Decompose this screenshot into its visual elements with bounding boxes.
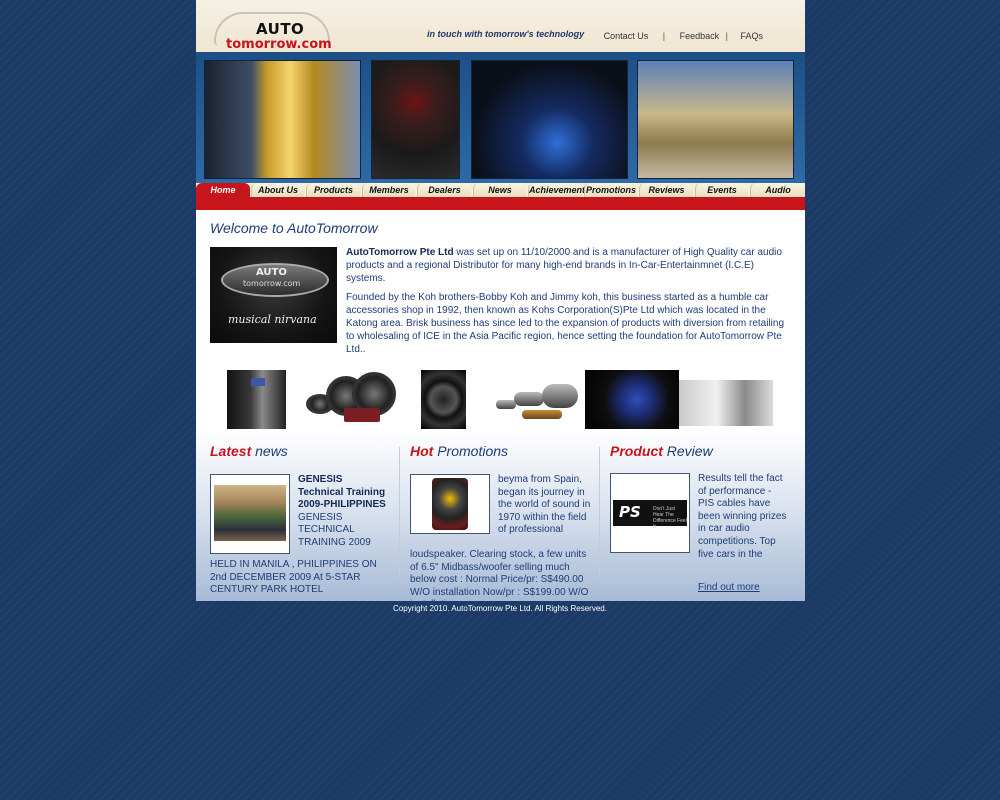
award-winner-photo: [637, 60, 794, 179]
site-tagline: in touch with tomorrow's technology: [427, 29, 585, 39]
column-divider: [399, 447, 400, 577]
component-shape: [496, 400, 516, 409]
component-shape: [542, 384, 578, 408]
car-interior-trophy-photo: [371, 60, 460, 179]
car-trunk-audio-photo: [471, 60, 628, 179]
component-speakers-product-image[interactable]: [492, 370, 582, 429]
header-photo-strip: [196, 52, 805, 184]
tab-events[interactable]: Events: [695, 183, 748, 197]
crossover-shape: [344, 408, 380, 422]
welcome-text: AutoTomorrow Pte Ltd was set up on 11/10…: [346, 246, 794, 362]
hot-promotions-heading-blue: Promotions: [433, 443, 509, 459]
pis-tagline: Don't Just Hear The Difference Feel It: [653, 506, 687, 530]
welcome-paragraph-2: Founded by the Koh brothers-Bobby Koh an…: [346, 292, 785, 355]
component-shape: [522, 410, 562, 419]
group-photo: [214, 485, 286, 541]
page-container: AUTO tomorrow.com in touch with tomorrow…: [196, 0, 805, 610]
blue-cone-speaker-product-image[interactable]: [585, 370, 679, 429]
product-review-heading-red: Product: [610, 443, 663, 459]
tweeter-mount-product-image[interactable]: [679, 380, 773, 426]
tab-promotions[interactable]: Promotions: [584, 183, 637, 197]
review-text: Results tell the fact of performance - P…: [698, 473, 787, 560]
tab-about-us[interactable]: About Us: [251, 183, 304, 197]
site-logo[interactable]: AUTO tomorrow.com: [210, 10, 332, 52]
tab-members[interactable]: Members: [362, 183, 415, 197]
tab-audio[interactable]: Audio: [750, 183, 805, 197]
hot-promotions-heading-red: Hot: [410, 443, 434, 459]
site-header: AUTO tomorrow.com in touch with tomorrow…: [196, 0, 805, 52]
news-summary: GENESIS Technical Training 2009-PHILIPPI…: [298, 474, 386, 550]
speaker-set-product-image[interactable]: [304, 370, 396, 429]
copyright-notice: Copyright 2010. AutoTomorrow Pte Ltd. Al…: [393, 604, 607, 613]
promotion-photo[interactable]: [410, 474, 490, 534]
link-separator: |: [662, 31, 666, 41]
promotion-text-wrap: beyma from Spain, began its journey in t…: [498, 474, 591, 536]
news-body: HELD IN MANILA , PHILIPPINES ON 2nd DECE…: [210, 559, 377, 596]
logo-badge-text-top: AUTO: [256, 267, 287, 278]
amplifier-product-image[interactable]: [227, 370, 286, 429]
tab-home[interactable]: Home: [196, 183, 250, 197]
logo-script-text: musical nirvana: [228, 313, 317, 326]
news-photo[interactable]: [210, 474, 290, 554]
tab-achievement[interactable]: Achievement: [528, 183, 585, 197]
column-divider: [599, 447, 600, 577]
latest-news-heading-red: Latest: [210, 443, 252, 459]
review-photo[interactable]: PS Don't Just Hear The Difference Feel I…: [610, 473, 690, 553]
tab-products[interactable]: Products: [306, 183, 360, 197]
faqs-link[interactable]: FAQs: [740, 31, 763, 41]
link-separator: |: [725, 31, 728, 41]
contact-us-link[interactable]: Contact Us: [604, 31, 649, 41]
promotion-text: loudspeaker. Clearing stock, a few units…: [410, 549, 589, 611]
product-review-heading-blue: Review: [662, 443, 713, 459]
tab-reviews[interactable]: Reviews: [639, 183, 693, 197]
trophies-photo: [204, 60, 361, 179]
pis-banner: PS Don't Just Hear The Difference Feel I…: [613, 500, 687, 530]
feedback-link[interactable]: Feedback: [680, 31, 720, 41]
find-out-more-link[interactable]: Find out more: [698, 582, 760, 593]
logo-text-bottom: tomorrow.com: [226, 37, 332, 52]
latest-news-heading: Latest news: [210, 443, 288, 459]
speaker-photo: [432, 478, 468, 530]
welcome-paragraph-1: AutoTomorrow Pte Ltd was set up on 11/10…: [346, 246, 794, 285]
pis-logo-text: PS: [619, 503, 641, 521]
welcome-logo-image: AUTO tomorrow.com musical nirvana: [210, 247, 337, 343]
subwoofer-product-image[interactable]: [421, 370, 466, 429]
hot-promotions-heading: Hot Promotions: [410, 443, 508, 459]
tab-news[interactable]: News: [473, 183, 526, 197]
product-review-heading: Product Review: [610, 443, 713, 459]
logo-text-top: AUTO: [256, 20, 305, 38]
welcome-heading: Welcome to AutoTomorrow: [210, 220, 378, 236]
logo-badge-text-bottom: tomorrow.com: [243, 279, 301, 288]
latest-news-heading-blue: news: [251, 443, 288, 459]
news-body-wrap: GENESIS TECHNICAL TRAINING 2009: [298, 511, 371, 548]
amplifier-logo-badge: [251, 378, 265, 386]
nav-underline-bar: [196, 197, 805, 210]
company-name: AutoTomorrow Pte Ltd: [346, 247, 454, 258]
component-shape: [514, 392, 544, 406]
tab-dealers[interactable]: Dealers: [417, 183, 471, 197]
main-navigation: Home About Us Products Members Dealers N…: [196, 183, 805, 197]
news-headline-link[interactable]: GENESIS Technical Training 2009-PHILIPPI…: [298, 474, 386, 512]
top-links: Contact Us | Feedback | FAQs: [600, 31, 767, 41]
